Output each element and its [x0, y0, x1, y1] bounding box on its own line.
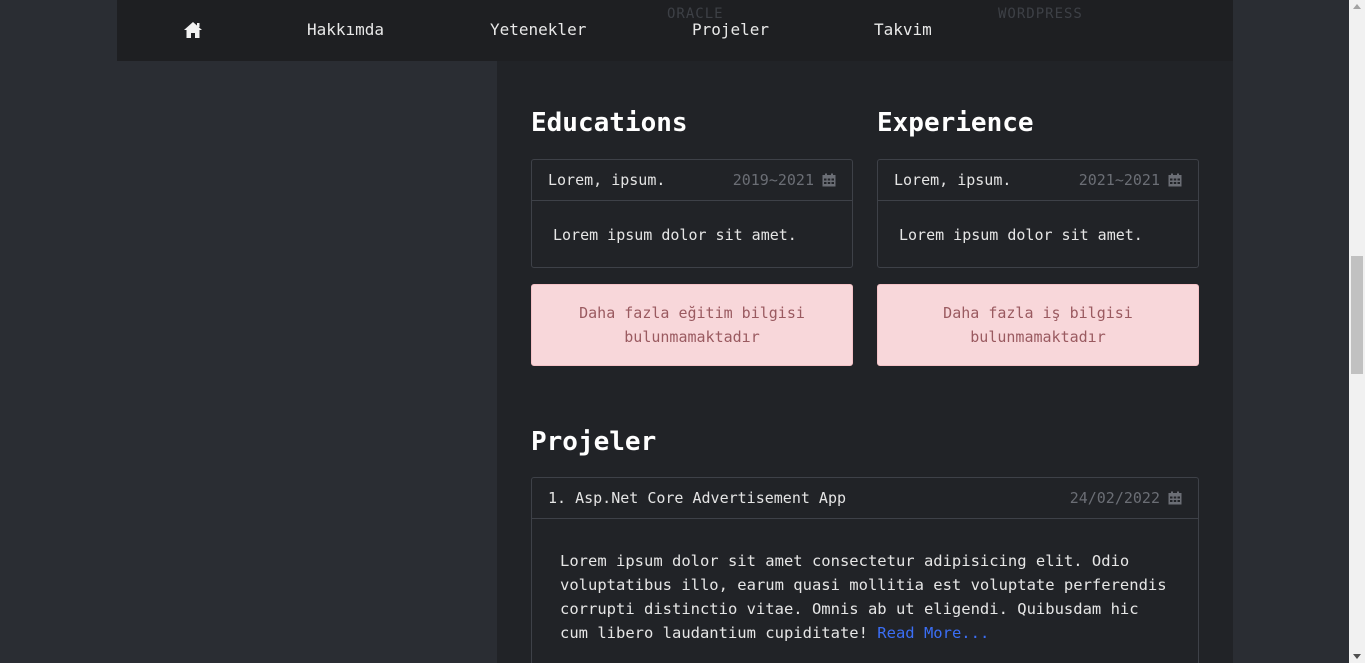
- calendar-icon: [1168, 173, 1182, 187]
- experience-card-body: Lorem ipsum dolor sit amet.: [899, 226, 1143, 244]
- project-card-date-wrap: 24/02/2022: [1070, 489, 1182, 507]
- read-more-link[interactable]: Read More...: [877, 624, 989, 642]
- project-card-body: Lorem ipsum dolor sit amet consectetur a…: [532, 519, 1198, 663]
- project-card-name: 1. Asp.Net Core Advertisement App: [548, 489, 847, 507]
- educations-title: Educations: [531, 108, 688, 138]
- experience-card: Lorem, ipsum. 2021~2021 Lorem ipsum dolo…: [877, 159, 1199, 268]
- experience-card-date: 2021~2021: [1078, 171, 1160, 189]
- project-card-date: 24/02/2022: [1069, 489, 1160, 507]
- education-card-date-wrap: 2019~2021: [733, 171, 836, 189]
- education-alert: Daha fazla eğitim bilgisi bulunmamaktadı…: [531, 284, 853, 366]
- nav-link-projeler[interactable]: Projeler: [692, 20, 769, 39]
- education-card-date: 2019~2021: [732, 171, 814, 189]
- project-description: Lorem ipsum dolor sit amet consectetur a…: [560, 552, 1167, 642]
- scrollbar-thumb[interactable]: [1351, 256, 1363, 374]
- scroll-up-arrow-icon[interactable]: [1353, 4, 1361, 9]
- nav-link-hakkimda[interactable]: Hakkımda: [307, 20, 384, 39]
- nav-link-takvim[interactable]: Takvim: [874, 20, 932, 39]
- scroll-down-arrow-icon[interactable]: [1353, 654, 1361, 659]
- project-card-header: 1. Asp.Net Core Advertisement App 24/02/…: [532, 478, 1198, 519]
- experience-title: Experience: [877, 108, 1034, 138]
- nav-link-yetenekler[interactable]: Yetenekler: [490, 20, 586, 39]
- education-card-header: Lorem, ipsum. 2019~2021: [532, 160, 852, 201]
- education-card: Lorem, ipsum. 2019~2021 Lorem ipsum dolo…: [531, 159, 853, 268]
- calendar-icon: [1168, 491, 1182, 505]
- projects-title: Projeler: [531, 427, 657, 457]
- calendar-icon: [822, 173, 836, 187]
- project-card: 1. Asp.Net Core Advertisement App 24/02/…: [531, 477, 1199, 663]
- experience-alert: Daha fazla iş bilgisi bulunmamaktadır: [877, 284, 1199, 366]
- education-card-name: Lorem, ipsum.: [548, 171, 666, 189]
- experience-card-date-wrap: 2021~2021: [1079, 171, 1182, 189]
- education-card-body: Lorem ipsum dolor sit amet.: [553, 226, 797, 244]
- experience-card-name: Lorem, ipsum.: [894, 171, 1012, 189]
- ghost-label-wordpress: WORDPRESS: [998, 6, 1083, 22]
- experience-card-header: Lorem, ipsum. 2021~2021: [878, 160, 1198, 201]
- home-icon[interactable]: [183, 21, 203, 39]
- left-sidebar: [117, 0, 497, 663]
- vertical-scrollbar[interactable]: [1349, 0, 1365, 663]
